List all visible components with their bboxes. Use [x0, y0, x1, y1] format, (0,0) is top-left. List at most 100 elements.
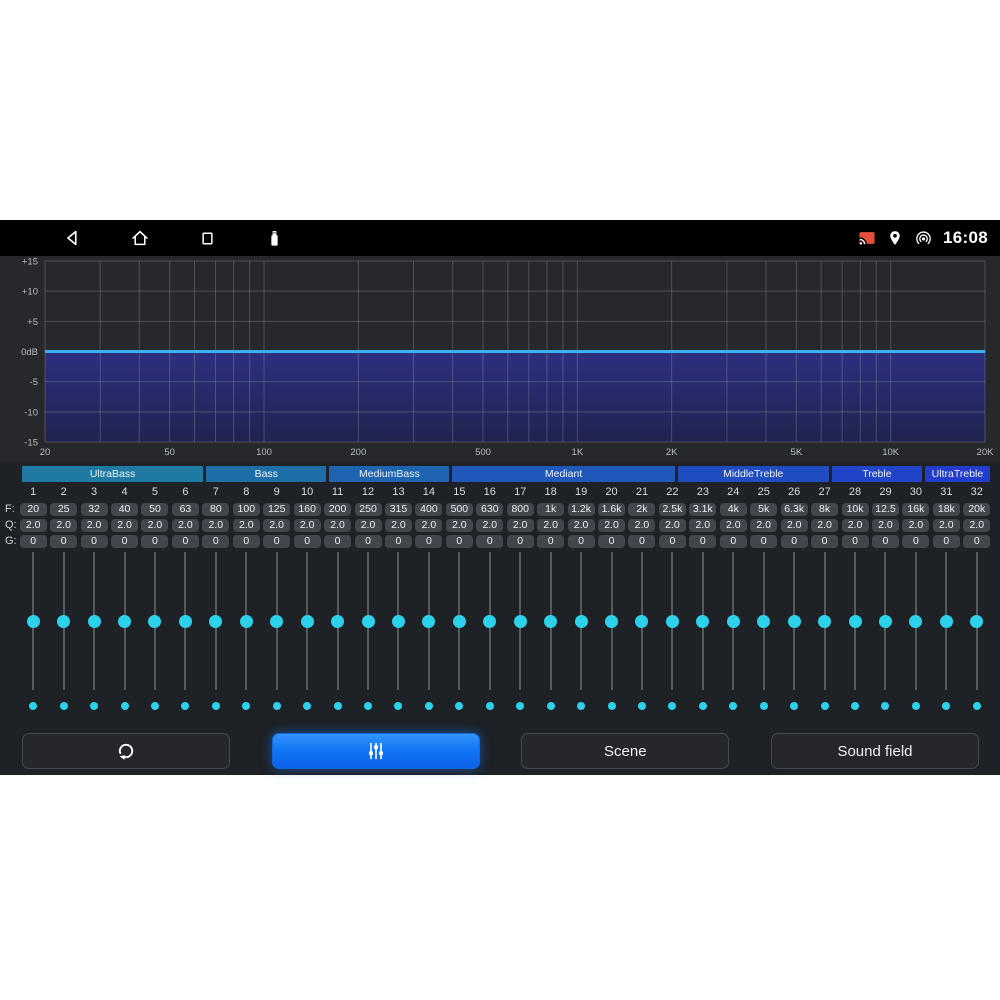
- band-indicator[interactable]: [566, 698, 596, 714]
- slider-handle[interactable]: [818, 615, 831, 628]
- band-indicator-dot[interactable]: [608, 702, 616, 710]
- slider-handle[interactable]: [879, 615, 892, 628]
- slider-handle[interactable]: [666, 615, 679, 628]
- gain-slider[interactable]: [627, 550, 657, 692]
- back-icon[interactable]: [62, 227, 84, 249]
- slider-handle[interactable]: [209, 615, 222, 628]
- slider-handle[interactable]: [362, 615, 375, 628]
- gain-slider[interactable]: [292, 550, 322, 692]
- band-indicator[interactable]: [688, 698, 718, 714]
- band-indicator[interactable]: [18, 698, 48, 714]
- slider-handle[interactable]: [635, 615, 648, 628]
- slider-handle[interactable]: [57, 615, 70, 628]
- slider-handle[interactable]: [88, 615, 101, 628]
- band-indicator[interactable]: [505, 698, 535, 714]
- band-indicator[interactable]: [353, 698, 383, 714]
- equalizer-button[interactable]: [272, 733, 480, 769]
- gain-slider[interactable]: [48, 550, 78, 692]
- band-indicator[interactable]: [840, 698, 870, 714]
- slider-handle[interactable]: [331, 615, 344, 628]
- band-indicator[interactable]: [749, 698, 779, 714]
- band-indicator[interactable]: [292, 698, 322, 714]
- band-indicator[interactable]: [170, 698, 200, 714]
- gain-slider[interactable]: [962, 550, 992, 692]
- band-indicator-dot[interactable]: [668, 702, 676, 710]
- band-indicator-dot[interactable]: [851, 702, 859, 710]
- gain-slider[interactable]: [383, 550, 413, 692]
- reset-button[interactable]: [22, 733, 230, 769]
- slider-handle[interactable]: [909, 615, 922, 628]
- slider-handle[interactable]: [940, 615, 953, 628]
- slider-handle[interactable]: [270, 615, 283, 628]
- gain-slider[interactable]: [657, 550, 687, 692]
- band-indicator-dot[interactable]: [242, 702, 250, 710]
- band-indicator-dot[interactable]: [516, 702, 524, 710]
- slider-handle[interactable]: [727, 615, 740, 628]
- gain-slider[interactable]: [109, 550, 139, 692]
- band-indicator[interactable]: [414, 698, 444, 714]
- slider-handle[interactable]: [301, 615, 314, 628]
- sound-field-button[interactable]: Sound field: [771, 733, 979, 769]
- gain-slider[interactable]: [718, 550, 748, 692]
- slider-handle[interactable]: [118, 615, 131, 628]
- band-indicator[interactable]: [627, 698, 657, 714]
- gain-slider[interactable]: [535, 550, 565, 692]
- band-indicator-dot[interactable]: [90, 702, 98, 710]
- band-indicator-dot[interactable]: [334, 702, 342, 710]
- band-indicator-dot[interactable]: [121, 702, 129, 710]
- gain-slider[interactable]: [505, 550, 535, 692]
- band-indicator-dot[interactable]: [394, 702, 402, 710]
- band-indicator-dot[interactable]: [881, 702, 889, 710]
- band-indicator-dot[interactable]: [729, 702, 737, 710]
- slider-handle[interactable]: [514, 615, 527, 628]
- band-indicator[interactable]: [809, 698, 839, 714]
- slider-handle[interactable]: [696, 615, 709, 628]
- band-indicator-dot[interactable]: [486, 702, 494, 710]
- gain-slider[interactable]: [79, 550, 109, 692]
- band-indicator-dot[interactable]: [151, 702, 159, 710]
- gain-slider[interactable]: [18, 550, 48, 692]
- band-indicator[interactable]: [201, 698, 231, 714]
- home-icon[interactable]: [129, 227, 151, 249]
- slider-handle[interactable]: [849, 615, 862, 628]
- band-indicator[interactable]: [870, 698, 900, 714]
- band-indicator[interactable]: [962, 698, 992, 714]
- slider-handle[interactable]: [757, 615, 770, 628]
- band-indicator-dot[interactable]: [912, 702, 920, 710]
- gain-slider[interactable]: [840, 550, 870, 692]
- slider-handle[interactable]: [422, 615, 435, 628]
- band-indicator-dot[interactable]: [760, 702, 768, 710]
- band-indicator[interactable]: [931, 698, 961, 714]
- gain-slider[interactable]: [140, 550, 170, 692]
- band-indicator[interactable]: [475, 698, 505, 714]
- band-indicator-dot[interactable]: [577, 702, 585, 710]
- band-indicator-dot[interactable]: [790, 702, 798, 710]
- recents-icon[interactable]: [196, 227, 218, 249]
- band-indicator[interactable]: [48, 698, 78, 714]
- gain-slider[interactable]: [444, 550, 474, 692]
- band-indicator-dot[interactable]: [973, 702, 981, 710]
- gain-slider[interactable]: [809, 550, 839, 692]
- gain-slider[interactable]: [353, 550, 383, 692]
- gain-slider[interactable]: [231, 550, 261, 692]
- band-indicator[interactable]: [79, 698, 109, 714]
- band-indicator[interactable]: [535, 698, 565, 714]
- gain-slider[interactable]: [596, 550, 626, 692]
- gain-slider[interactable]: [688, 550, 718, 692]
- slider-handle[interactable]: [453, 615, 466, 628]
- band-indicator-dot[interactable]: [273, 702, 281, 710]
- band-indicator-dot[interactable]: [699, 702, 707, 710]
- slider-handle[interactable]: [788, 615, 801, 628]
- band-indicator-dot[interactable]: [547, 702, 555, 710]
- gain-slider[interactable]: [566, 550, 596, 692]
- gain-slider[interactable]: [779, 550, 809, 692]
- band-indicator-dot[interactable]: [455, 702, 463, 710]
- slider-handle[interactable]: [179, 615, 192, 628]
- band-indicator-dot[interactable]: [60, 702, 68, 710]
- slider-handle[interactable]: [544, 615, 557, 628]
- band-indicator-dot[interactable]: [942, 702, 950, 710]
- gain-slider[interactable]: [201, 550, 231, 692]
- band-indicator[interactable]: [596, 698, 626, 714]
- gain-slider[interactable]: [414, 550, 444, 692]
- slider-handle[interactable]: [240, 615, 253, 628]
